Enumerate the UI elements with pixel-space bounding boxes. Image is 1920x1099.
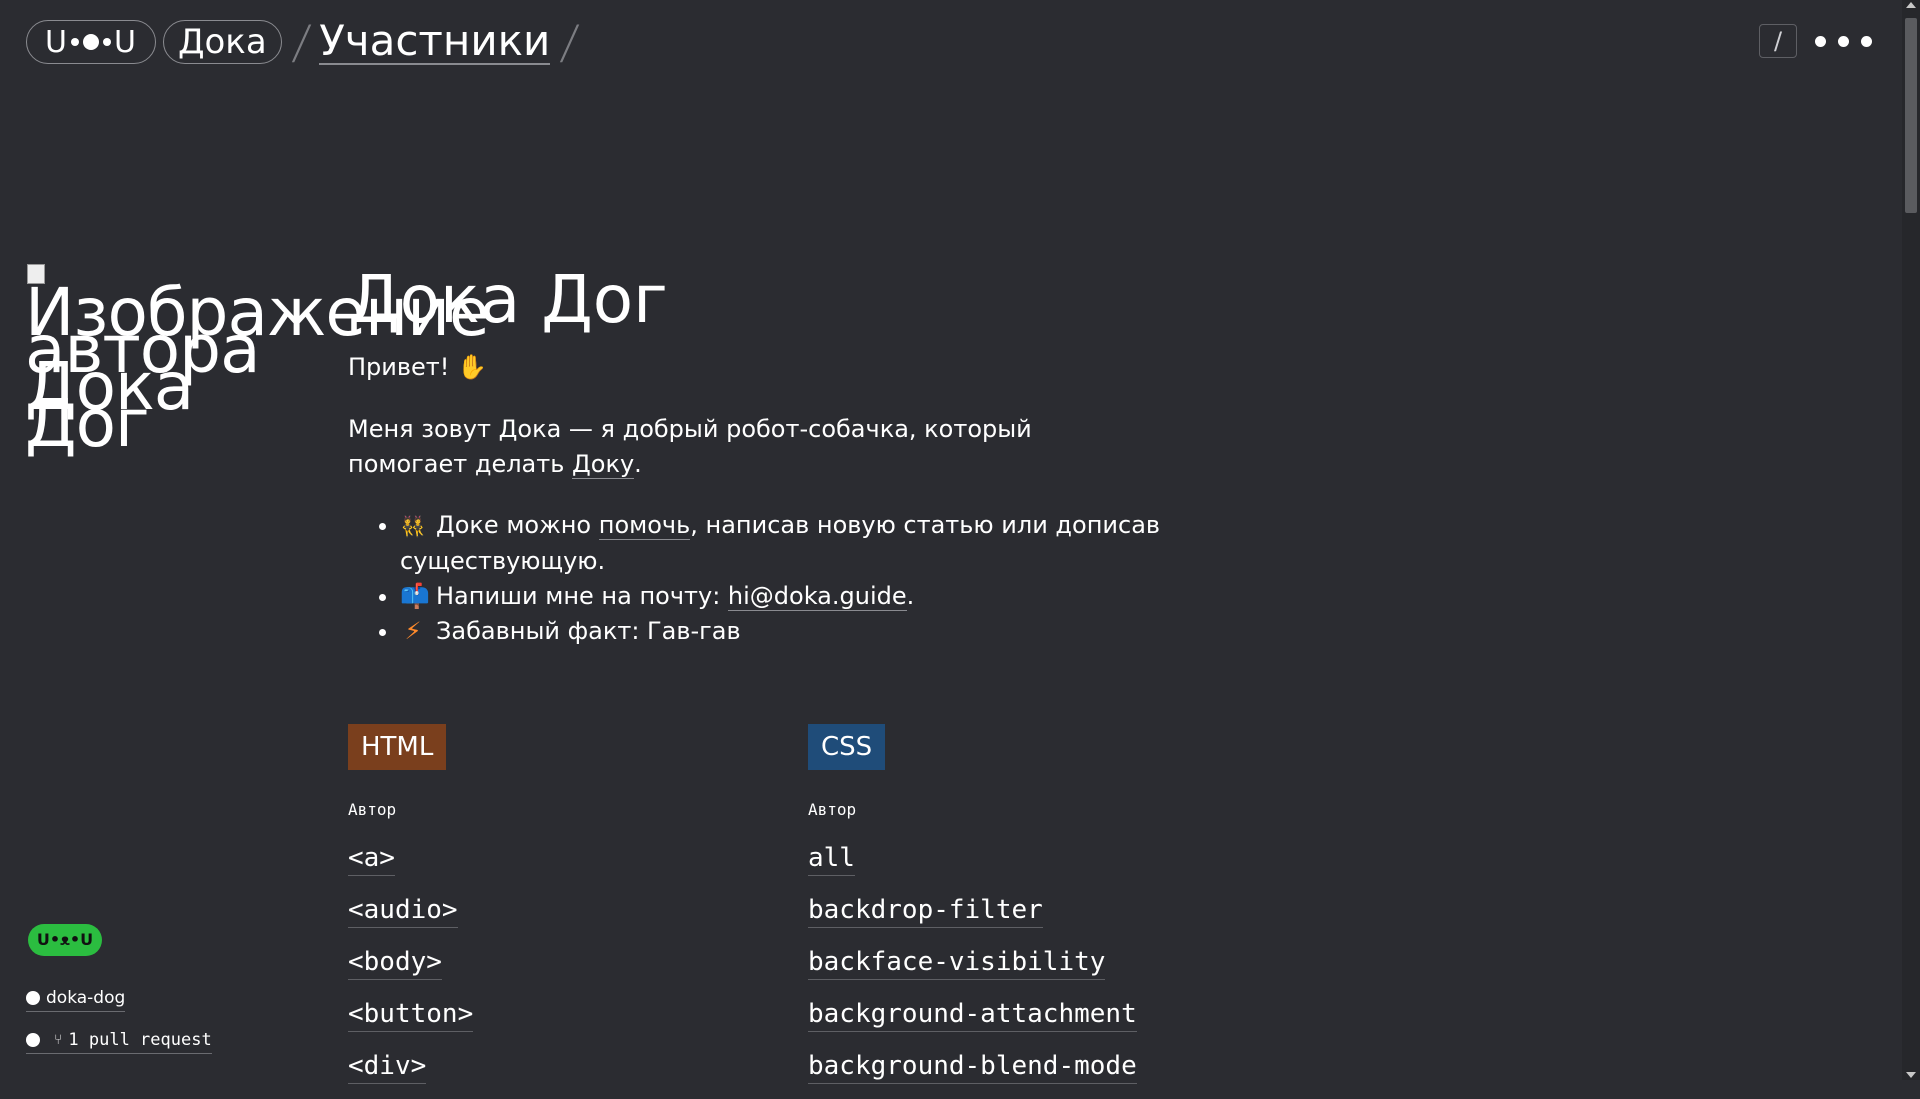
more-menu-button[interactable]	[1811, 32, 1876, 51]
article-list: <a> <audio> <body> <button> <div>	[348, 839, 808, 1099]
list-item[interactable]: <div>	[348, 1047, 808, 1099]
author-avatar: Изображение автора Дока Дог	[25, 262, 490, 462]
logo-link[interactable]: U U	[26, 20, 156, 64]
role-label: Автор	[348, 800, 397, 819]
article-list: all backdrop-filter backface-visibility …	[808, 839, 1268, 1099]
site-header: U U Дока / Участники /	[26, 15, 588, 69]
logo-text: U	[45, 24, 68, 60]
article-link[interactable]: <audio>	[348, 895, 458, 928]
facts-list: 👯Доке можно помочь, написав новую статью…	[348, 508, 1188, 649]
list-item-text: Забавный факт: Гав-гав	[436, 617, 741, 645]
search-button[interactable]: /	[1759, 24, 1797, 58]
list-item[interactable]: <audio>	[348, 891, 808, 943]
dot-icon	[1861, 35, 1872, 47]
contribution-column-html: HTML Автор <a> <audio> <body> <button> <…	[348, 724, 808, 1099]
github-username: doka-dog	[46, 988, 126, 1008]
list-item: 📫Напиши мне на почту: hi@doka.guide.	[400, 579, 1188, 614]
intro-paragraph: Меня зовут Дока — я добрый робот-собачка…	[348, 412, 1068, 482]
breadcrumb-section[interactable]: Дока	[162, 20, 282, 64]
contribution-column-css: CSS Автор all backdrop-filter backface-v…	[808, 724, 1268, 1099]
article-link[interactable]: backface-visibility	[808, 947, 1106, 980]
github-icon	[26, 1033, 40, 1047]
github-user-link[interactable]: doka-dog	[26, 988, 126, 1012]
list-item[interactable]: backface-visibility	[808, 943, 1268, 995]
article-link[interactable]: background-blend-mode	[808, 1051, 1137, 1084]
breadcrumb-separator: /	[289, 15, 313, 69]
list-item[interactable]: <body>	[348, 943, 808, 995]
github-icon	[26, 991, 40, 1005]
section-tag-css[interactable]: CSS	[808, 724, 886, 770]
scroll-down-icon[interactable]	[1906, 1072, 1916, 1078]
list-item-text: Напиши мне на почту:	[436, 582, 728, 610]
pull-request-icon: ⑂	[54, 1032, 63, 1048]
help-link[interactable]: помочь	[598, 511, 691, 540]
search-slash-icon: /	[1773, 27, 1783, 55]
intro-end: .	[634, 450, 642, 478]
dot-icon	[1815, 35, 1826, 47]
article-link[interactable]: background-attachment	[808, 999, 1137, 1032]
email-link[interactable]: hi@doka.guide	[727, 582, 907, 611]
page-title: Дока Дог	[348, 261, 668, 338]
avatar-alt-text: Изображение автора Дока Дог	[25, 274, 490, 462]
section-tag-html[interactable]: HTML	[348, 724, 447, 770]
list-item[interactable]: <button>	[348, 995, 808, 1047]
article-link[interactable]: <div>	[348, 1051, 427, 1084]
article-link[interactable]: backdrop-filter	[808, 895, 1043, 928]
lightning-icon: ⚡	[404, 617, 422, 645]
article-link[interactable]: all	[808, 843, 855, 876]
breadcrumb-current[interactable]: Участники	[319, 19, 551, 65]
greeting: Привет! ✋	[348, 350, 1248, 384]
article-link[interactable]: <a>	[348, 843, 395, 876]
dog-badge: U•ᴥ•U	[28, 924, 102, 956]
page-scrollbar[interactable]	[1902, 0, 1920, 1080]
list-item-text: Доке можно	[436, 511, 599, 539]
profile-content: Дока Дог Привет! ✋ Меня зовут Дока — я д…	[348, 260, 1248, 649]
scrollbar-thumb[interactable]	[1905, 18, 1917, 213]
breadcrumb-separator: /	[558, 15, 582, 69]
scroll-up-icon[interactable]	[1906, 2, 1916, 8]
list-item[interactable]: all	[808, 839, 1268, 891]
mailbox-icon: 📫	[400, 582, 430, 610]
logo-eye-icon	[102, 38, 111, 46]
logo-text-right: U	[113, 24, 137, 60]
pull-requests-link[interactable]: ⑂ 1 pull request	[26, 1030, 212, 1054]
header-controls: /	[1759, 24, 1876, 58]
contributions: HTML Автор <a> <audio> <body> <button> <…	[348, 724, 1268, 1099]
logo-snout-icon	[82, 34, 99, 50]
people-icon: 👯	[400, 514, 426, 538]
list-item: 👯Доке можно помочь, написав новую статью…	[400, 508, 1188, 579]
intro-text: Меня зовут Дока — я добрый робот-собачка…	[348, 415, 1032, 478]
pull-requests-count: 1 pull request	[68, 1030, 212, 1050]
broken-image-icon	[27, 264, 45, 284]
list-item[interactable]: backdrop-filter	[808, 891, 1268, 943]
dot-icon	[1838, 35, 1849, 47]
role-label: Автор	[808, 800, 857, 819]
list-item: ⚡ Забавный факт: Гав-гав	[400, 614, 1188, 649]
greeting-text: Привет!	[348, 353, 450, 381]
list-item[interactable]: <a>	[348, 839, 808, 891]
list-item-text: .	[906, 582, 915, 610]
article-link[interactable]: <button>	[348, 999, 474, 1032]
article-link[interactable]: <body>	[348, 947, 442, 980]
list-item[interactable]: background-blend-mode	[808, 1047, 1268, 1099]
waving-hand-icon: ✋	[457, 353, 487, 381]
list-item[interactable]: background-attachment	[808, 995, 1268, 1047]
logo-eye-icon	[70, 38, 79, 46]
doka-link[interactable]: Доку	[572, 450, 635, 479]
